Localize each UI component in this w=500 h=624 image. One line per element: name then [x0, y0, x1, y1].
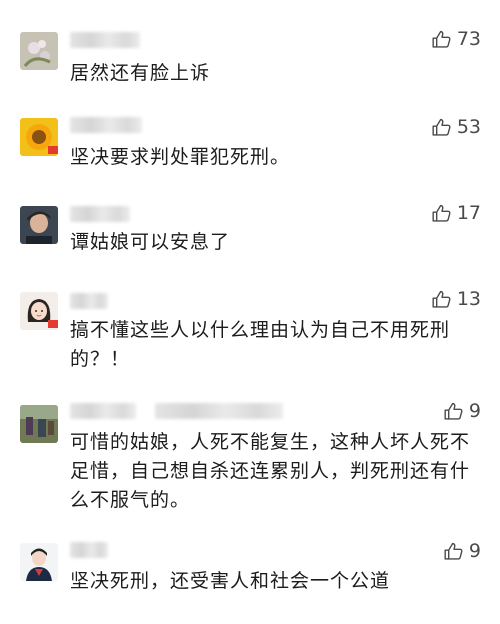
thumbs-up-icon [431, 117, 452, 138]
thumbs-up-icon [443, 541, 464, 562]
like-count: 73 [456, 28, 481, 50]
user-name[interactable] [70, 293, 108, 309]
avatar[interactable] [20, 292, 58, 330]
user-name[interactable] [70, 542, 108, 558]
thumbs-up-icon [431, 203, 452, 224]
like-count: 13 [456, 288, 481, 310]
user-name[interactable] [70, 117, 142, 133]
like-count: 9 [468, 540, 481, 562]
avatar[interactable] [20, 405, 58, 443]
user-badge [155, 403, 283, 419]
like-button[interactable]: 17 [431, 202, 481, 224]
user-name[interactable] [70, 403, 136, 419]
like-button[interactable]: 73 [431, 28, 481, 50]
like-count: 53 [456, 116, 481, 138]
like-button[interactable]: 53 [431, 116, 481, 138]
comment-text: 居然还有脸上诉 [70, 62, 211, 84]
avatar[interactable] [20, 118, 58, 156]
thumbs-up-icon [431, 289, 452, 310]
like-count: 9 [468, 400, 481, 422]
like-button[interactable]: 9 [443, 540, 481, 562]
avatar[interactable] [20, 543, 58, 581]
like-button[interactable]: 13 [431, 288, 481, 310]
avatar[interactable] [20, 32, 58, 70]
comment-text: 坚决要求判处罪犯死刑。 [70, 146, 291, 168]
avatar[interactable] [20, 206, 58, 244]
user-name[interactable] [70, 206, 130, 222]
comment-text: 可惜的姑娘，人死不能复生，这种人坏人死不足惜，自己想自杀还连累别人，判死刑还有什… [70, 431, 471, 511]
user-name[interactable] [70, 32, 140, 48]
like-button[interactable]: 9 [443, 400, 481, 422]
comment-text: 谭姑娘可以安息了 [70, 231, 231, 253]
comment-text: 坚决死刑，还受害人和社会一个公道 [70, 570, 391, 592]
thumbs-up-icon [443, 401, 464, 422]
comment-text: 搞不懂这些人以什么理由认为自己不用死刑的？！ [70, 319, 451, 370]
thumbs-up-icon [431, 29, 452, 50]
like-count: 17 [456, 202, 481, 224]
comment-list: 73 居然还有脸上诉 53 坚决要求判处罪犯死刑。 17 谭姑娘可以安息了 13… [0, 0, 500, 624]
